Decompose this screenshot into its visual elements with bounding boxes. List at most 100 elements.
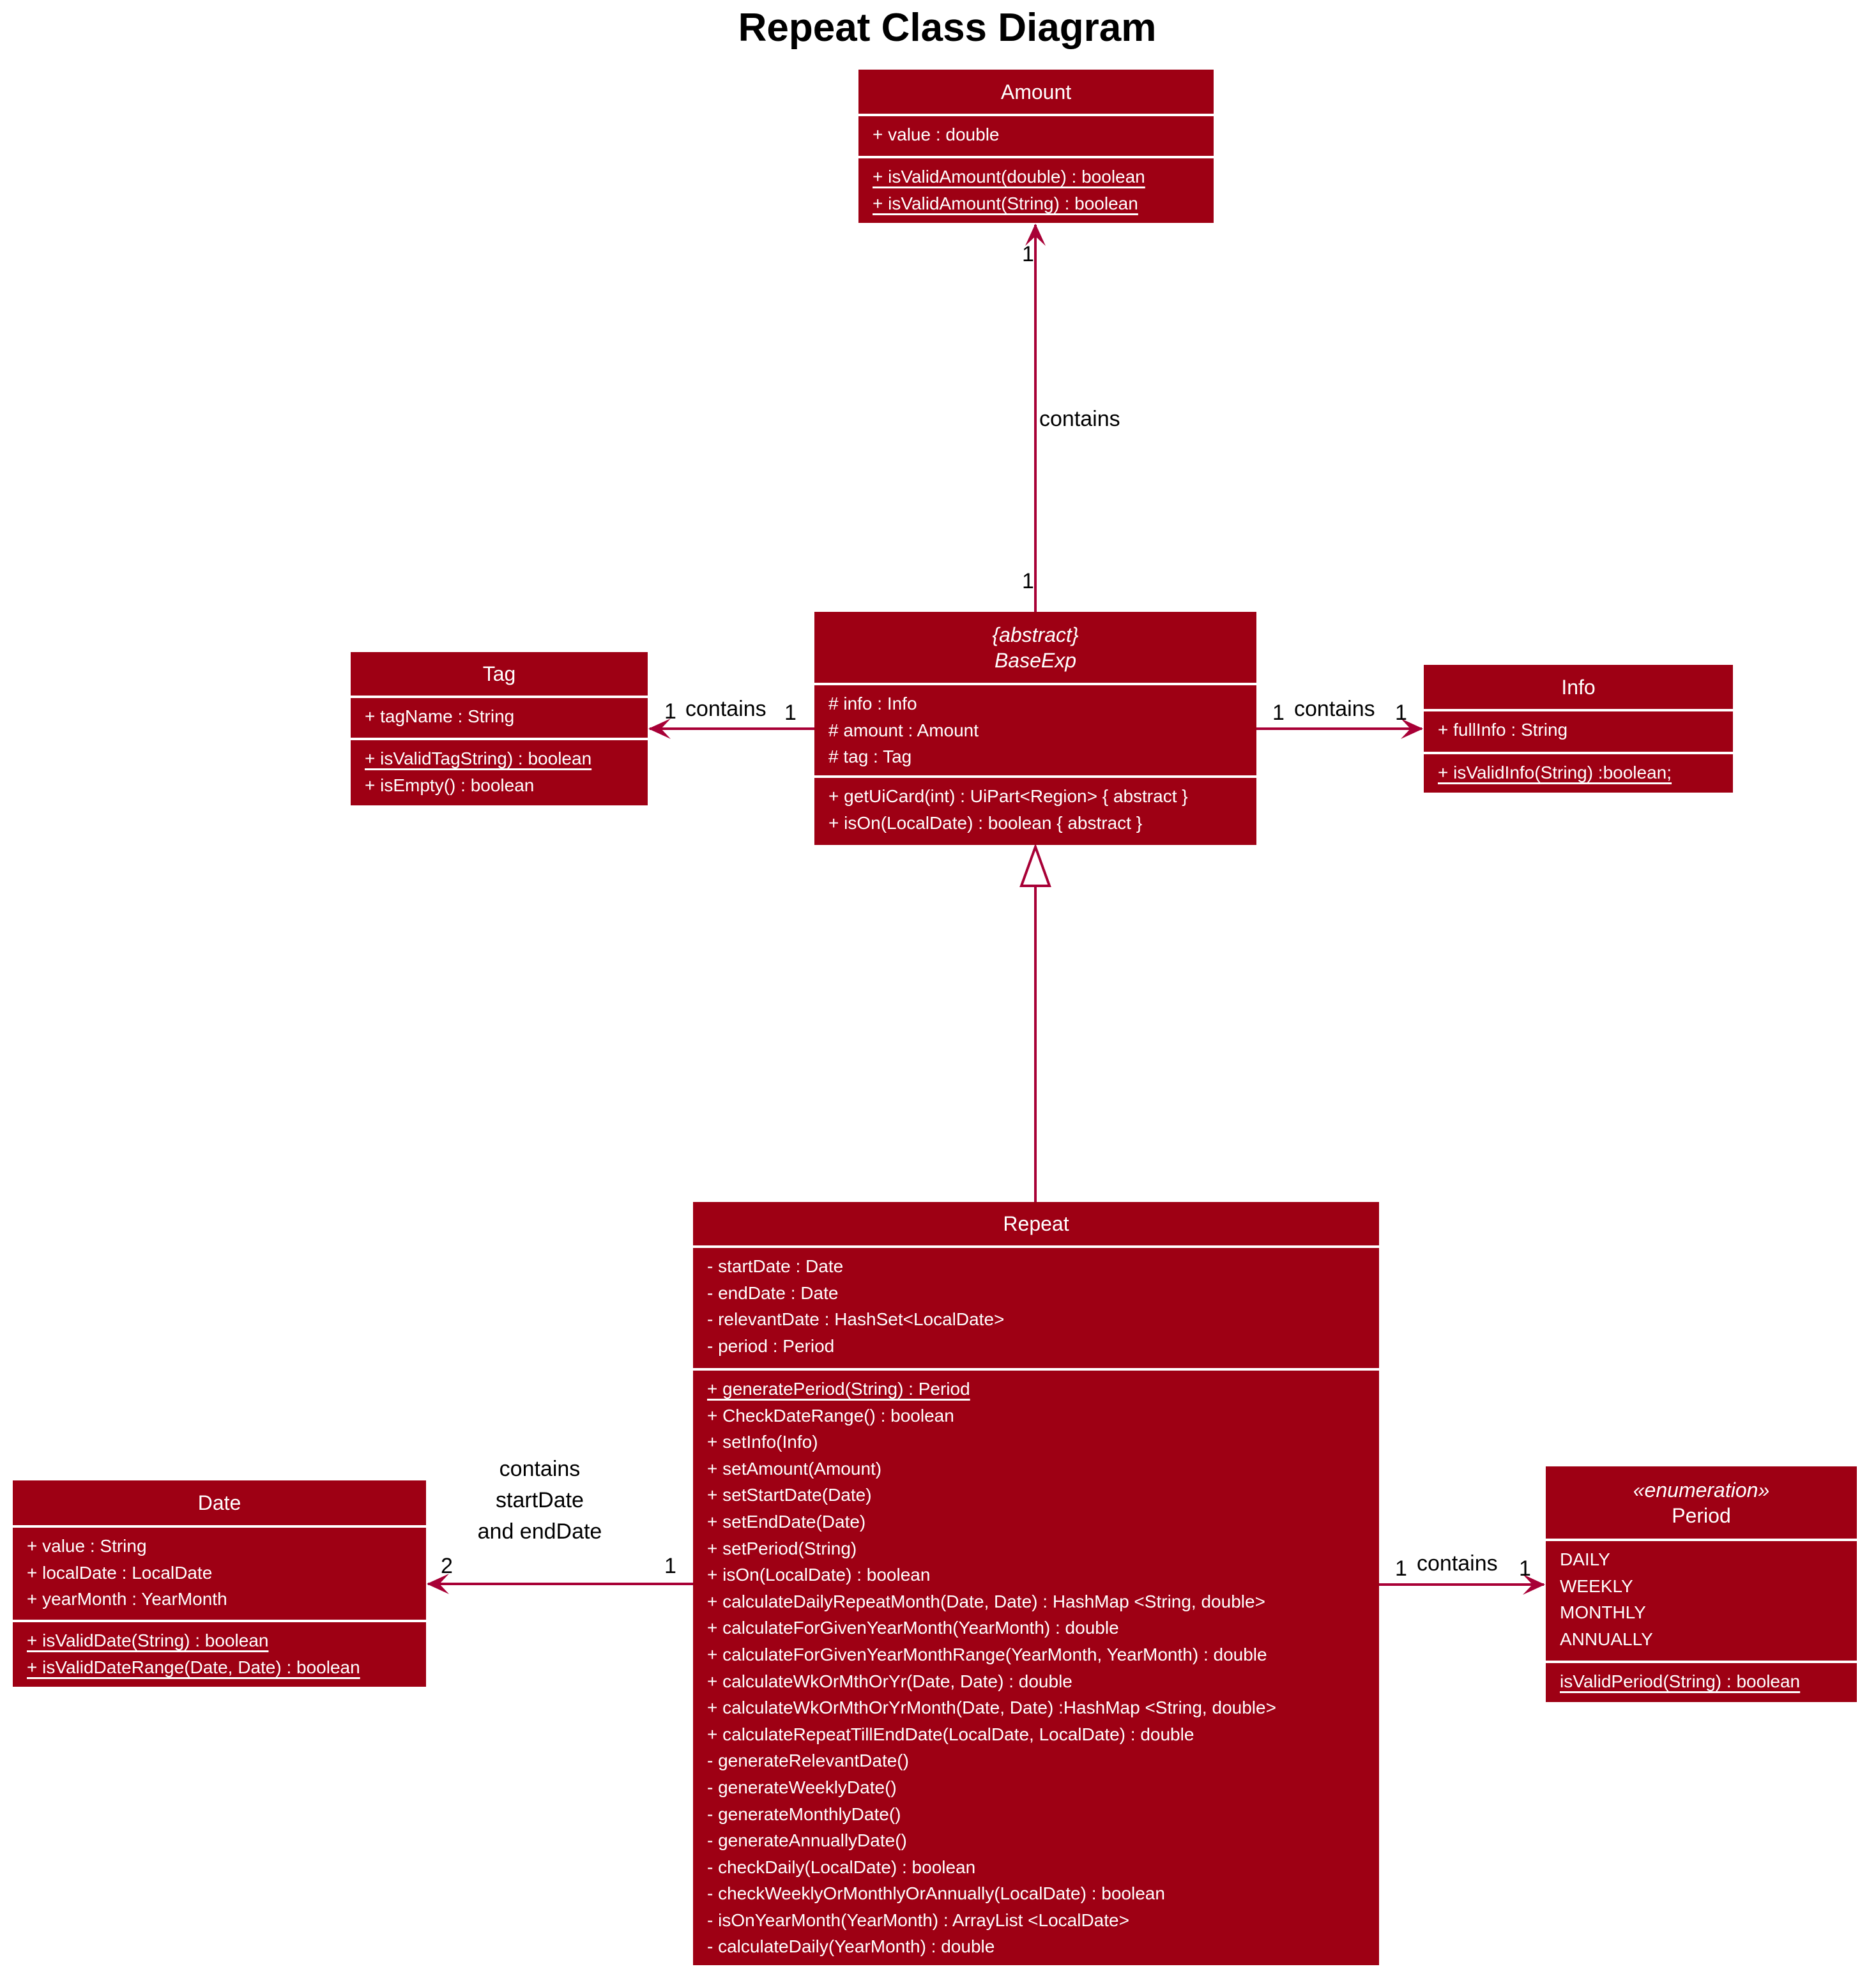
attributes-section: + tagName : String bbox=[351, 696, 648, 738]
method-row: + isValidAmount(String) : boolean bbox=[858, 190, 1214, 217]
method-row: - generateWeeklyDate() bbox=[693, 1774, 1379, 1801]
attribute-text: + localDate : LocalDate bbox=[27, 1562, 213, 1583]
label-tag-contains: contains bbox=[685, 697, 766, 721]
attribute-row: - relevantDate : HashSet<LocalDate> bbox=[693, 1306, 1379, 1333]
multiplicity-date-target: 2 bbox=[441, 1554, 453, 1578]
multiplicity-amount-target: 1 bbox=[1022, 242, 1034, 266]
attribute-text: # tag : Tag bbox=[828, 747, 912, 767]
method-text: - checkDaily(LocalDate) : boolean bbox=[707, 1857, 976, 1877]
method-row: + setInfo(Info) bbox=[693, 1429, 1379, 1456]
attribute-row: DAILY bbox=[1546, 1546, 1857, 1573]
method-text: - generateAnnuallyDate() bbox=[707, 1830, 907, 1851]
method-text: + isValidDate(String) : boolean bbox=[27, 1631, 269, 1650]
attributes-section: + value : double bbox=[858, 114, 1214, 156]
method-row: isValidPeriod(String) : boolean bbox=[1546, 1668, 1857, 1695]
attribute-text: MONTHLY bbox=[1560, 1602, 1646, 1623]
attribute-row: + tagName : String bbox=[351, 703, 648, 730]
multiplicity-info-target: 1 bbox=[1395, 701, 1407, 725]
class-name: Period bbox=[1672, 1503, 1731, 1527]
methods-section: + isValidInfo(String) :boolean; bbox=[1424, 752, 1733, 793]
attribute-text: - relevantDate : HashSet<LocalDate> bbox=[707, 1309, 1005, 1330]
attribute-row: + fullInfo : String bbox=[1424, 717, 1733, 743]
multiplicity-period-source: 1 bbox=[1395, 1556, 1407, 1581]
attribute-text: + value : double bbox=[873, 125, 1000, 144]
method-text: + calculateDailyRepeatMonth(Date, Date) … bbox=[707, 1591, 1265, 1611]
class-date[interactable]: Date + value : String + localDate : Local… bbox=[13, 1480, 426, 1687]
attributes-section: - startDate : Date - endDate : Date - rele… bbox=[693, 1245, 1379, 1368]
method-row: + isValidAmount(double) : boolean bbox=[858, 164, 1214, 190]
multiplicity-info-source: 1 bbox=[1272, 701, 1285, 725]
attribute-row: ANNUALLY bbox=[1546, 1626, 1857, 1653]
method-row: + setStartDate(Date) bbox=[693, 1482, 1379, 1509]
method-text: + isValidTagString) : boolean bbox=[365, 749, 592, 768]
method-text: + calculateWkOrMthOrYrMonth(Date, Date) … bbox=[707, 1698, 1276, 1718]
attribute-text: + yearMonth : YearMonth bbox=[27, 1589, 227, 1609]
method-row: - isOnYearMonth(YearMonth) : ArrayList <… bbox=[693, 1907, 1379, 1934]
method-row: + calculateForGivenYearMonthRange(YearMo… bbox=[693, 1641, 1379, 1668]
method-text: + CheckDateRange() : boolean bbox=[707, 1405, 954, 1426]
method-text: + generatePeriod(String) : Period bbox=[707, 1379, 970, 1399]
attribute-text: + fullInfo : String bbox=[1438, 720, 1568, 740]
attribute-row: - period : Period bbox=[693, 1333, 1379, 1360]
attributes-section: + value : String + localDate : LocalDate +… bbox=[13, 1525, 426, 1620]
method-row: + generatePeriod(String) : Period bbox=[693, 1376, 1379, 1403]
attribute-text: ANNUALLY bbox=[1560, 1629, 1653, 1649]
class-amount[interactable]: Amount + value : double + isValidAmount(… bbox=[858, 70, 1214, 223]
class-name: Info bbox=[1561, 675, 1596, 699]
method-text: - generateWeeklyDate() bbox=[707, 1777, 897, 1797]
method-text: + calculateWkOrMthOrYr(Date, Date) : dou… bbox=[707, 1671, 1072, 1691]
class-period[interactable]: «enumeration» Period DAILY WEEKLY MONTHLY A… bbox=[1546, 1466, 1857, 1702]
attribute-text: WEEKLY bbox=[1560, 1576, 1633, 1596]
class-baseexp[interactable]: {abstract} BaseExp # info : Info # amount… bbox=[814, 612, 1256, 845]
attribute-text: + tagName : String bbox=[365, 706, 515, 726]
label-period-contains: contains bbox=[1417, 1551, 1498, 1576]
method-text: + isOn(LocalDate) : boolean { abstract } bbox=[828, 812, 1143, 833]
attributes-section: + fullInfo : String bbox=[1424, 709, 1733, 752]
label-amount-contains: contains bbox=[1039, 407, 1120, 431]
method-text: + setAmount(Amount) bbox=[707, 1458, 882, 1479]
method-row: + calculateDailyRepeatMonth(Date, Date) … bbox=[693, 1588, 1379, 1615]
method-text: + isEmpty() : boolean bbox=[365, 775, 535, 795]
attributes-section: # info : Info # amount : Amount # tag : Ta… bbox=[814, 683, 1256, 775]
method-text: - generateRelevantDate() bbox=[707, 1751, 909, 1771]
method-text: + calculateForGivenYearMonthRange(YearMo… bbox=[707, 1644, 1267, 1664]
method-text: isValidPeriod(String) : boolean bbox=[1560, 1671, 1801, 1691]
enum-values-section: DAILY WEEKLY MONTHLY ANNUALLY bbox=[1546, 1539, 1857, 1661]
attribute-row: # tag : Tag bbox=[814, 743, 1256, 770]
class-info[interactable]: Info + fullInfo : String + isValidInfo(S… bbox=[1424, 665, 1733, 793]
method-text: + setEndDate(Date) bbox=[707, 1511, 866, 1532]
method-row: + isValidDate(String) : boolean bbox=[13, 1627, 426, 1654]
method-row: + isOn(LocalDate) : boolean { abstract } bbox=[814, 810, 1256, 837]
method-row: + CheckDateRange() : boolean bbox=[693, 1403, 1379, 1429]
attribute-row: # info : Info bbox=[814, 690, 1256, 717]
method-row: - generateRelevantDate() bbox=[693, 1747, 1379, 1774]
method-row: + getUiCard(int) : UiPart<Region> { abst… bbox=[814, 783, 1256, 810]
methods-section: + getUiCard(int) : UiPart<Region> { abst… bbox=[814, 775, 1256, 845]
attribute-text: - startDate : Date bbox=[707, 1256, 844, 1276]
class-header: Info bbox=[1424, 665, 1733, 709]
method-text: + isValidInfo(String) :boolean; bbox=[1438, 763, 1672, 782]
method-text: + calculateRepeatTillEndDate(LocalDate, … bbox=[707, 1724, 1194, 1744]
class-repeat[interactable]: Repeat - startDate : Date - endDate : Dat… bbox=[693, 1202, 1379, 1965]
attribute-text: # info : Info bbox=[828, 694, 917, 713]
method-row: + isEmpty() : boolean bbox=[351, 772, 648, 799]
multiplicity-tag-source: 1 bbox=[784, 701, 797, 725]
class-tag[interactable]: Tag + tagName : String + isValidTagStrin… bbox=[351, 652, 648, 805]
label-info-contains: contains bbox=[1294, 697, 1375, 721]
attribute-row: - endDate : Date bbox=[693, 1280, 1379, 1307]
attribute-text: # amount : Amount bbox=[828, 720, 979, 740]
method-row: + isValidInfo(String) :boolean; bbox=[1424, 759, 1733, 786]
attribute-row: MONTHLY bbox=[1546, 1599, 1857, 1626]
method-row: + isValidDateRange(Date, Date) : boolean bbox=[13, 1654, 426, 1681]
method-text: + setPeriod(String) bbox=[707, 1538, 857, 1558]
class-name: Tag bbox=[482, 662, 516, 685]
label-date-contains: contains startDate and endDate bbox=[460, 1454, 620, 1548]
attribute-text: DAILY bbox=[1560, 1549, 1610, 1569]
method-row: - calculateDaily(YearMonth) : double bbox=[693, 1933, 1379, 1960]
attribute-text: - endDate : Date bbox=[707, 1282, 839, 1303]
method-row: + calculateForGivenYearMonth(YearMonth) … bbox=[693, 1615, 1379, 1641]
label-date-line-3: and endDate bbox=[477, 1519, 602, 1544]
class-stereotype: {abstract} bbox=[992, 623, 1079, 646]
method-row: + isOn(LocalDate) : boolean bbox=[693, 1562, 1379, 1588]
method-row: + setEndDate(Date) bbox=[693, 1509, 1379, 1535]
